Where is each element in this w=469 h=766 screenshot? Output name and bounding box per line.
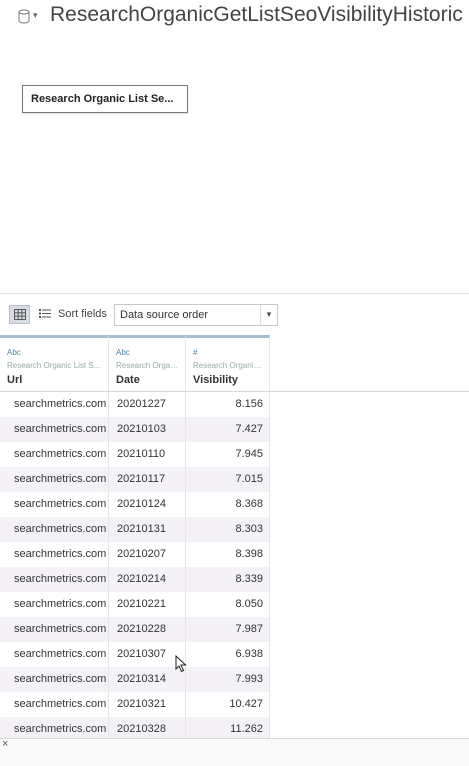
- sort-fields-dropdown[interactable]: Data source order ▼: [114, 304, 278, 326]
- column-source: Research Organic List S...: [7, 361, 101, 370]
- visibility-cell[interactable]: 8.050: [186, 592, 270, 617]
- table-row[interactable]: searchmetrics.com 20210207 8.398: [0, 542, 270, 567]
- date-cell[interactable]: 20210117: [109, 467, 186, 492]
- datasource-header: ▾ ResearchOrganicGetListSeoVisibilityHis…: [0, 0, 469, 40]
- date-cell[interactable]: 20210131: [109, 517, 186, 542]
- date-cell[interactable]: 20210110: [109, 442, 186, 467]
- table-row[interactable]: searchmetrics.com 20210214 8.339: [0, 567, 270, 592]
- column-source: Research Organic ...: [193, 361, 265, 370]
- column-source: Research Organi...: [116, 361, 182, 370]
- url-cell[interactable]: searchmetrics.com: [0, 467, 109, 492]
- visibility-cell[interactable]: 7.015: [186, 467, 270, 492]
- date-cell[interactable]: 20210124: [109, 492, 186, 517]
- date-cell[interactable]: 20210214: [109, 567, 186, 592]
- url-cell[interactable]: searchmetrics.com: [0, 692, 109, 717]
- visibility-cell[interactable]: 7.945: [186, 442, 270, 467]
- table-row[interactable]: searchmetrics.com 20201227 8.156: [0, 392, 270, 417]
- url-cell[interactable]: searchmetrics.com: [0, 442, 109, 467]
- url-cell[interactable]: searchmetrics.com: [0, 517, 109, 542]
- visibility-cell[interactable]: 10.427: [186, 692, 270, 717]
- url-cell[interactable]: searchmetrics.com: [0, 642, 109, 667]
- grid-view-icon: [14, 309, 26, 320]
- column-name: Url: [7, 374, 23, 386]
- table-row[interactable]: searchmetrics.com 20210228 7.987: [0, 617, 270, 642]
- table-row[interactable]: searchmetrics.com 20210307 6.938: [0, 642, 270, 667]
- visibility-cell[interactable]: 8.368: [186, 492, 270, 517]
- column-header-visibility[interactable]: # Research Organic ... Visibility: [186, 335, 270, 391]
- datasource-title[interactable]: ResearchOrganicGetListSeoVisibilityHisto…: [50, 3, 463, 27]
- date-cell[interactable]: 20210228: [109, 617, 186, 642]
- url-cell[interactable]: searchmetrics.com: [0, 542, 109, 567]
- table-row[interactable]: searchmetrics.com 20210117 7.015: [0, 467, 270, 492]
- visibility-cell[interactable]: 8.398: [186, 542, 270, 567]
- url-cell[interactable]: searchmetrics.com: [0, 592, 109, 617]
- number-type-icon[interactable]: #: [193, 348, 197, 357]
- table-row[interactable]: searchmetrics.com 20210103 7.427: [0, 417, 270, 442]
- date-cell[interactable]: 20210103: [109, 417, 186, 442]
- visibility-cell[interactable]: 6.938: [186, 642, 270, 667]
- date-cell[interactable]: 20210321: [109, 692, 186, 717]
- table-row[interactable]: searchmetrics.com 20210321 10.427: [0, 692, 270, 717]
- data-grid: Abc Research Organic List S... Url Abc R…: [0, 335, 469, 742]
- url-cell[interactable]: searchmetrics.com: [0, 667, 109, 692]
- data-grid-toolbar: Sort fields Data source order ▼: [0, 293, 469, 335]
- date-cell[interactable]: 20210221: [109, 592, 186, 617]
- mouse-cursor-icon: [175, 655, 187, 673]
- close-icon[interactable]: ×: [2, 738, 8, 750]
- list-view-icon: [39, 309, 51, 318]
- visibility-cell[interactable]: 8.156: [186, 392, 270, 417]
- url-cell[interactable]: searchmetrics.com: [0, 417, 109, 442]
- date-cell[interactable]: 20210207: [109, 542, 186, 567]
- database-icon[interactable]: [18, 9, 30, 24]
- visibility-cell[interactable]: 7.427: [186, 417, 270, 442]
- visibility-cell[interactable]: 8.303: [186, 517, 270, 542]
- canvas-table-card[interactable]: Research Organic List Se...: [22, 85, 188, 113]
- datasource-menu-caret[interactable]: ▾: [33, 10, 38, 21]
- column-header-url[interactable]: Abc Research Organic List S... Url: [0, 335, 109, 391]
- url-cell[interactable]: searchmetrics.com: [0, 567, 109, 592]
- string-type-icon[interactable]: Abc: [116, 348, 130, 357]
- url-cell[interactable]: searchmetrics.com: [0, 492, 109, 517]
- table-row[interactable]: searchmetrics.com 20210124 8.368: [0, 492, 270, 517]
- url-cell[interactable]: searchmetrics.com: [0, 392, 109, 417]
- string-type-icon[interactable]: Abc: [7, 348, 21, 357]
- table-row[interactable]: searchmetrics.com 20210110 7.945: [0, 442, 270, 467]
- table-row[interactable]: searchmetrics.com 20210221 8.050: [0, 592, 270, 617]
- sort-fields-value: Data source order: [120, 309, 209, 321]
- table-row[interactable]: searchmetrics.com 20210314 7.993: [0, 667, 270, 692]
- column-name: Visibility: [193, 374, 239, 386]
- table-row[interactable]: searchmetrics.com 20210131 8.303: [0, 517, 270, 542]
- date-cell[interactable]: 20201227: [109, 392, 186, 417]
- grid-view-button[interactable]: [9, 305, 30, 324]
- url-cell[interactable]: searchmetrics.com: [0, 617, 109, 642]
- list-view-button[interactable]: [35, 305, 51, 324]
- visibility-cell[interactable]: 8.339: [186, 567, 270, 592]
- column-name: Date: [116, 374, 140, 386]
- bottom-bar: ×: [0, 738, 469, 766]
- column-header-date[interactable]: Abc Research Organi... Date: [109, 335, 186, 391]
- sort-fields-label: Sort fields: [58, 308, 107, 320]
- visibility-cell[interactable]: 7.993: [186, 667, 270, 692]
- visibility-cell[interactable]: 7.987: [186, 617, 270, 642]
- chevron-down-icon[interactable]: ▼: [260, 305, 277, 325]
